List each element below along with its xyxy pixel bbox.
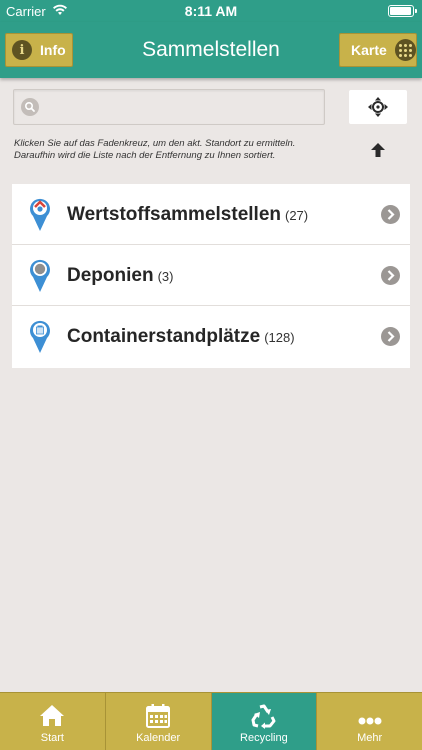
arrow-up-icon xyxy=(371,143,385,157)
list-item-wertstoffsammelstellen[interactable]: Wertstoffsammelstellen (27) xyxy=(12,184,410,245)
recycling-pin-icon xyxy=(30,198,50,231)
search-input[interactable] xyxy=(48,90,318,124)
container-pin-icon xyxy=(30,320,50,353)
collection-point-list: Wertstoffsammelstellen (27) Deponien (3) C… xyxy=(12,184,410,368)
tab-recycling[interactable]: Recycling xyxy=(211,693,318,750)
tab-label: Start xyxy=(40,732,64,744)
location-hint: Klicken Sie auf das Fadenkreuz, um den a… xyxy=(14,138,296,161)
calendar-icon xyxy=(106,703,211,729)
list-item-count: (27) xyxy=(285,208,309,223)
chevron-right-icon xyxy=(381,266,400,285)
landfill-pin-icon xyxy=(30,259,50,292)
status-bar: Carrier 8:11 AM xyxy=(0,0,422,22)
crosshair-icon xyxy=(368,97,388,117)
tab-kalender[interactable]: Kalender xyxy=(106,693,212,750)
list-item-label: Deponien xyxy=(67,265,154,286)
home-icon xyxy=(0,703,105,727)
list-item-count: (128) xyxy=(264,330,295,345)
tab-label: Mehr xyxy=(357,732,383,744)
grid-icon xyxy=(394,39,416,61)
tab-mehr[interactable]: Mehr xyxy=(317,693,422,750)
tab-label: Recycling xyxy=(240,732,288,744)
list-item-label: Containerstandplätze xyxy=(67,326,261,347)
more-icon xyxy=(317,703,422,729)
map-button-label: Karte xyxy=(351,42,387,58)
list-item-containerstandplaetze[interactable]: Containerstandplätze (128) xyxy=(12,306,410,368)
list-item-deponien[interactable]: Deponien (3) xyxy=(12,245,410,306)
clock: 8:11 AM xyxy=(184,3,238,19)
nav-header: i Info Sammelstellen Karte xyxy=(0,22,422,78)
list-item-count: (3) xyxy=(157,269,174,284)
tab-bar: Start Kalender Recycling Mehr xyxy=(0,692,422,750)
list-item-label: Wertstoffsammelstellen xyxy=(67,204,281,225)
search-box xyxy=(13,89,325,125)
battery-icon xyxy=(388,5,417,17)
recycle-icon xyxy=(212,703,317,729)
tab-start[interactable]: Start xyxy=(0,693,106,750)
chevron-right-icon xyxy=(381,205,400,224)
locate-button[interactable] xyxy=(349,90,407,124)
chevron-right-icon xyxy=(381,327,400,346)
search-icon xyxy=(21,98,39,116)
tab-label: Kalender xyxy=(136,732,181,744)
map-button[interactable]: Karte xyxy=(339,33,417,67)
